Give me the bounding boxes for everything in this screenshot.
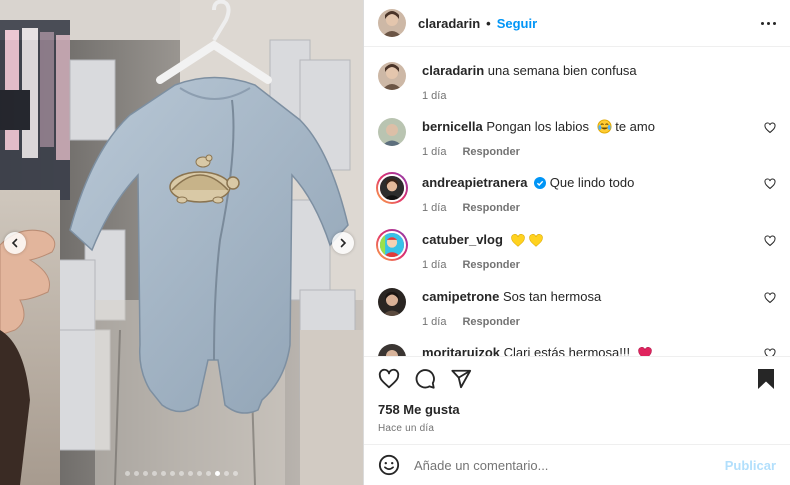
reply-button[interactable]: Responder	[462, 146, 519, 158]
comment-icon[interactable]	[414, 368, 436, 390]
carousel-dot	[188, 471, 193, 476]
avatar[interactable]	[378, 118, 406, 146]
post-author-username[interactable]: claradarin	[418, 16, 480, 31]
post-caption: claradarin una semana bien confusa 1 día	[378, 62, 776, 102]
heart-icon[interactable]	[378, 368, 400, 390]
like-comment-heart-icon[interactable]	[764, 178, 776, 190]
chevron-right-icon	[340, 238, 347, 248]
yellow-heart-emoji-icon	[510, 234, 525, 247]
carousel-dot	[206, 471, 211, 476]
caption-time[interactable]: 1 día	[422, 90, 446, 102]
carousel-dot	[125, 471, 130, 476]
post-side-panel: claradarin • Seguir claradarin una seman…	[363, 0, 790, 485]
like-comment-heart-icon[interactable]	[764, 292, 776, 304]
chevron-left-icon	[11, 238, 18, 248]
caption-text: una semana bien confusa	[487, 63, 637, 78]
carousel-dot	[152, 471, 157, 476]
comment-text: Pongan los labios	[486, 119, 589, 134]
comment-username[interactable]: bernicella	[422, 119, 483, 134]
post-header: claradarin • Seguir	[364, 0, 790, 47]
instagram-post: claradarin • Seguir claradarin una seman…	[0, 0, 790, 485]
comments-list[interactable]: claradarin una semana bien confusa 1 día…	[364, 48, 790, 356]
avatar[interactable]	[378, 9, 406, 37]
comment-item: catuber_vlog 1 día Responder	[376, 229, 776, 271]
yellow-heart-emoji-icon	[529, 234, 543, 247]
action-bar	[364, 357, 790, 401]
red-heart-emoji-icon	[637, 347, 652, 356]
avatar[interactable]	[378, 344, 406, 356]
post-media[interactable]	[0, 0, 363, 485]
carousel-dot	[197, 471, 202, 476]
next-slide-button[interactable]	[332, 232, 354, 254]
comment-username[interactable]: catuber_vlog	[422, 232, 503, 247]
previous-slide-button[interactable]	[4, 232, 26, 254]
like-comment-heart-icon[interactable]	[764, 348, 776, 356]
publish-button[interactable]: Publicar	[725, 458, 776, 473]
carousel-dot	[179, 471, 184, 476]
reply-button[interactable]: Responder	[462, 259, 519, 271]
carousel-dot	[233, 471, 238, 476]
share-icon[interactable]	[450, 368, 472, 390]
carousel-dot	[143, 471, 148, 476]
comment-item: camipetrone Sos tan hermosa 1 día Respon…	[378, 288, 776, 328]
carousel-dot	[161, 471, 166, 476]
comment-item: moritaruizok Clari estás hermosa!!!	[378, 344, 776, 356]
post-timestamp[interactable]: Hace un día	[364, 423, 790, 434]
reply-button[interactable]: Responder	[462, 316, 519, 328]
comment-username[interactable]: moritaruizok	[422, 345, 500, 356]
comment-item: bernicella Pongan los labios te amo 1 dí…	[378, 118, 776, 158]
more-options-icon[interactable]	[761, 16, 776, 31]
avatar[interactable]	[376, 229, 408, 261]
carousel-dot	[224, 471, 229, 476]
comment-text: Que lindo todo	[549, 175, 635, 190]
bookmark-filled-icon[interactable]	[756, 368, 776, 390]
avatar[interactable]	[376, 172, 408, 204]
carousel-dot-active	[215, 471, 220, 476]
carousel-dot	[170, 471, 175, 476]
tears-of-joy-emoji-icon	[597, 119, 612, 134]
post-actions-section: 758 Me gusta Hace un día	[364, 356, 790, 434]
comment-time[interactable]: 1 día	[422, 146, 446, 158]
carousel-indicator	[0, 471, 363, 476]
verified-badge-icon	[534, 177, 547, 189]
post-photo	[0, 0, 363, 485]
header-separator: •	[486, 15, 491, 31]
comment-time[interactable]: 1 día	[422, 202, 446, 214]
follow-button[interactable]: Seguir	[497, 16, 537, 31]
comment-text-after: te amo	[615, 119, 655, 134]
comment-username[interactable]: camipetrone	[422, 289, 499, 304]
add-comment-bar: Publicar	[364, 444, 790, 485]
like-comment-heart-icon[interactable]	[764, 122, 776, 134]
avatar[interactable]	[378, 288, 406, 316]
carousel-dot	[134, 471, 139, 476]
reply-button[interactable]: Responder	[462, 202, 519, 214]
comment-time[interactable]: 1 día	[422, 316, 446, 328]
avatar[interactable]	[378, 62, 406, 90]
comment-item: andreapietranera Que lindo todo 1 día Re…	[376, 172, 776, 214]
comment-text: Sos tan hermosa	[502, 289, 602, 304]
like-comment-heart-icon[interactable]	[764, 235, 776, 247]
comment-input[interactable]	[414, 457, 725, 473]
comment-time[interactable]: 1 día	[422, 259, 446, 271]
likes-count[interactable]: 758 Me gusta	[364, 402, 790, 417]
comment-username[interactable]: andreapietranera	[422, 175, 528, 190]
caption-username[interactable]: claradarin	[422, 63, 484, 78]
emoji-picker-icon[interactable]	[378, 454, 400, 476]
comment-text: Clari estás hermosa!!!	[503, 345, 631, 356]
